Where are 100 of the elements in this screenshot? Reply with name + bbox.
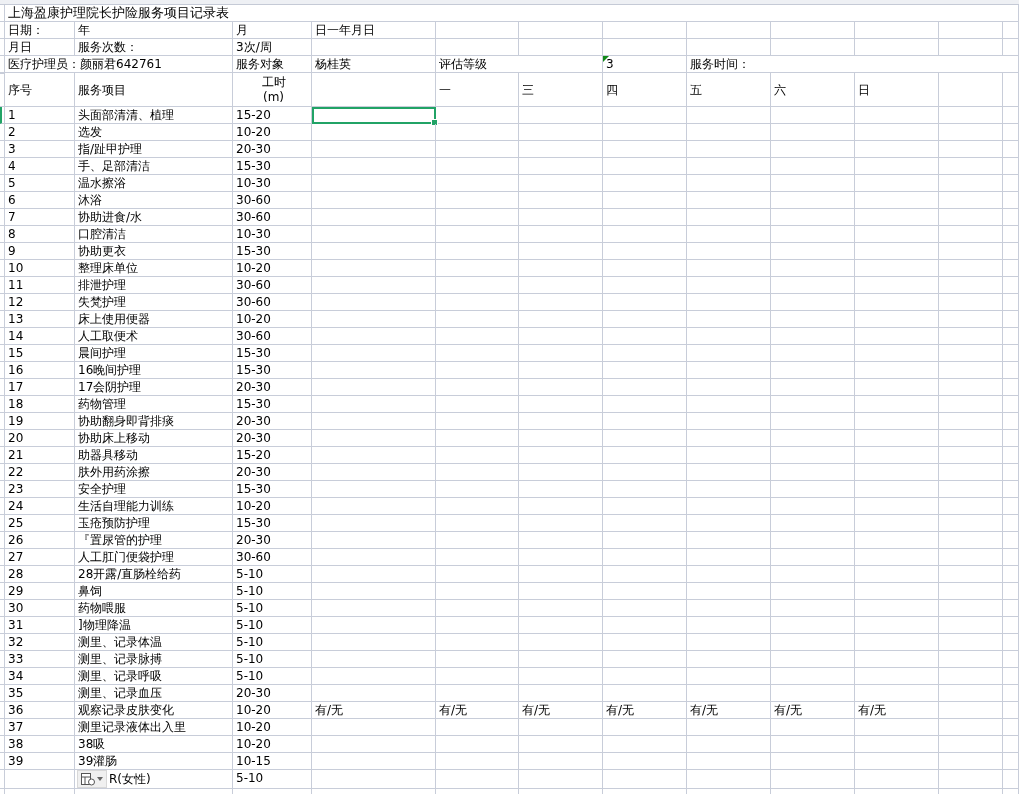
row-header[interactable] <box>0 362 5 379</box>
table-cell: 34 <box>5 668 75 685</box>
table-cell: 35 <box>5 685 75 702</box>
row-header[interactable] <box>0 447 5 464</box>
row-header[interactable] <box>0 583 5 600</box>
table-cell: 19 <box>5 413 75 430</box>
empty-cell <box>1003 260 1019 277</box>
row-header[interactable] <box>0 464 5 481</box>
row-header[interactable] <box>0 702 5 719</box>
row-header[interactable] <box>0 107 5 124</box>
empty-cell <box>939 413 1003 430</box>
row-header[interactable] <box>0 668 5 685</box>
empty-cell <box>1003 481 1019 498</box>
table-cell: 38 <box>5 736 75 753</box>
table-cell: 10-20 <box>233 736 312 753</box>
table-cell: 10-20 <box>233 124 312 141</box>
table-cell: 助器具移动 <box>75 447 233 464</box>
empty-cell <box>939 481 1003 498</box>
table-cell: 12 <box>5 294 75 311</box>
row-header[interactable] <box>0 396 5 413</box>
row-header[interactable] <box>0 328 5 345</box>
table-cell: 36 <box>5 702 75 719</box>
table-cell: 9 <box>5 243 75 260</box>
table-cell: 37 <box>5 719 75 736</box>
row-header[interactable] <box>0 209 5 226</box>
row-header[interactable] <box>0 736 5 753</box>
row-header[interactable] <box>0 192 5 209</box>
row-header[interactable] <box>0 498 5 515</box>
month-day-label: 月日 <box>5 39 75 56</box>
empty-cell <box>939 39 1003 56</box>
row-header[interactable] <box>0 141 5 158</box>
table-cell: 16晚间护理 <box>75 362 233 379</box>
empty-cell <box>1003 413 1019 430</box>
table-cell: 31 <box>5 617 75 634</box>
table-cell: 测里、记录血压 <box>75 685 233 702</box>
row-header[interactable] <box>0 175 5 192</box>
empty-cell <box>1003 447 1019 464</box>
row-header[interactable] <box>0 124 5 141</box>
table-cell: 6 <box>5 192 75 209</box>
empty-cell <box>939 243 1003 260</box>
row-header[interactable] <box>0 549 5 566</box>
empty-cell <box>1003 651 1019 668</box>
row-header[interactable] <box>0 770 5 789</box>
table-cell: 30-60 <box>233 549 312 566</box>
row-header[interactable] <box>0 753 5 770</box>
empty-cell <box>1003 107 1019 124</box>
row-header[interactable] <box>0 294 5 311</box>
row-header[interactable] <box>0 566 5 583</box>
table-cell: 24 <box>5 498 75 515</box>
table-cell: 1 <box>5 107 75 124</box>
empty-cell <box>939 770 1003 789</box>
row-header[interactable] <box>0 260 5 277</box>
row-header[interactable] <box>0 634 5 651</box>
row-header[interactable] <box>0 277 5 294</box>
row-header[interactable] <box>0 685 5 702</box>
empty-cell <box>939 736 1003 753</box>
empty-cell <box>1003 549 1019 566</box>
table-cell: 头面部清清、植理 <box>75 107 233 124</box>
table-cell: 7 <box>5 209 75 226</box>
table-cell: 失梵护理 <box>75 294 233 311</box>
row-header[interactable] <box>0 345 5 362</box>
table-cell: 15-30 <box>233 345 312 362</box>
table-cell: 有/无 <box>603 702 687 719</box>
paste-options-button[interactable] <box>77 770 107 788</box>
table-cell: 药物管理 <box>75 396 233 413</box>
row-header[interactable] <box>0 617 5 634</box>
table-cell: 协助床上移动 <box>75 430 233 447</box>
row-header[interactable] <box>0 430 5 447</box>
row-header[interactable] <box>0 600 5 617</box>
table-cell: 20 <box>5 430 75 447</box>
empty-cell <box>939 566 1003 583</box>
table-cell: ]物理降温 <box>75 617 233 634</box>
row-header[interactable] <box>0 515 5 532</box>
row-header[interactable] <box>0 719 5 736</box>
row-header[interactable] <box>0 379 5 396</box>
table-cell: 33 <box>5 651 75 668</box>
row-header[interactable] <box>0 532 5 549</box>
empty-cell <box>939 311 1003 328</box>
table-cell: 10-20 <box>233 311 312 328</box>
table-cell: 床上使用便器 <box>75 311 233 328</box>
row-header[interactable] <box>0 651 5 668</box>
row-header[interactable] <box>0 413 5 430</box>
table-cell: 测里、记录呼吸 <box>75 668 233 685</box>
empty-cell <box>939 294 1003 311</box>
table-cell: 15-20 <box>233 447 312 464</box>
empty-cell <box>939 277 1003 294</box>
empty-cell <box>939 141 1003 158</box>
empty-cell <box>1003 430 1019 447</box>
empty-cell <box>1003 141 1019 158</box>
table-cell: 16 <box>5 362 75 379</box>
row-header[interactable] <box>0 481 5 498</box>
table-cell: 有/无 <box>855 702 939 719</box>
row-header[interactable] <box>0 311 5 328</box>
row-header[interactable] <box>0 226 5 243</box>
empty-cell <box>1003 379 1019 396</box>
empty-cell <box>939 124 1003 141</box>
table-cell: 『置尿管的护理 <box>75 532 233 549</box>
row-header[interactable] <box>0 158 5 175</box>
row-header[interactable] <box>0 243 5 260</box>
table-cell: 测里、记录脉搏 <box>75 651 233 668</box>
